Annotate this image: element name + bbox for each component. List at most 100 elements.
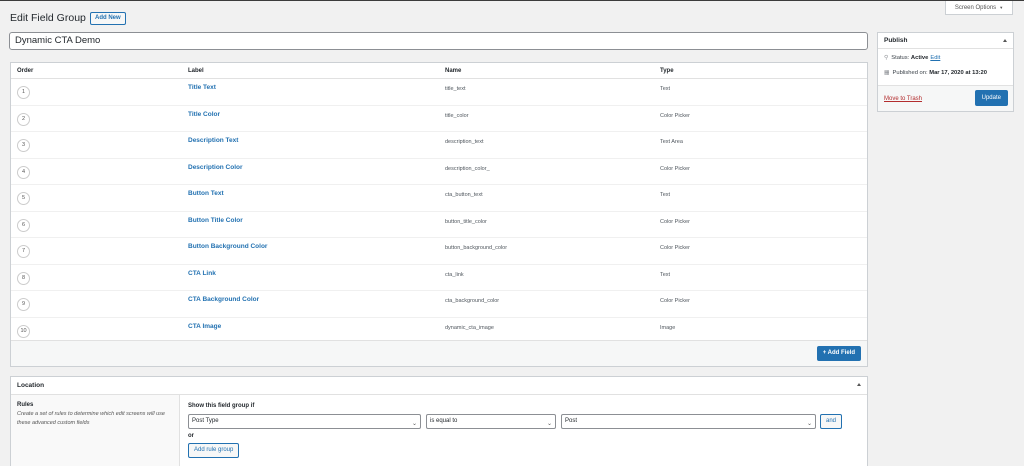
show-if-label: Show this field group if [188,403,255,409]
order-badge[interactable]: 9 [17,298,30,311]
field-name: cta_background_color [445,298,500,304]
publish-title: Publish [884,37,908,44]
status-value: Active [910,55,929,61]
rules-description: Create a set of rules to determine which… [17,411,165,426]
field-label-link[interactable]: Title Color [188,111,220,118]
field-type: Text [660,192,671,198]
caret-down-icon: ▼ [999,5,1004,10]
rule-param-value: Post Type [192,418,219,424]
field-name: description_color_ [445,165,490,172]
chevron-down-icon: ⌄ [411,421,417,427]
field-type: Text Area [660,139,683,145]
add-new-button[interactable]: Add New [90,12,126,25]
field-label-link[interactable]: Title Text [188,84,216,91]
and-rule-button[interactable]: and [820,414,842,429]
table-row[interactable]: 9 CTA Background Color cta_background_colo… [11,291,867,318]
table-row[interactable]: 2 Title Color title_color Color Picker [11,106,867,132]
column-name: Name [445,68,462,74]
table-row[interactable]: 4 Description Color description_color_ Colo… [11,159,867,185]
field-label-link[interactable]: Description Color [188,164,243,171]
field-label-link[interactable]: Button Title Color [188,217,243,224]
field-name: cta_link [445,271,464,278]
order-badge[interactable]: 3 [17,139,30,152]
fields-table-header: Order Label Name Type [11,63,867,79]
pin-icon: ⚲ [884,55,889,61]
chevron-down-icon: ⌄ [806,421,812,427]
edit-status-link[interactable]: Edit [930,55,940,61]
field-label-link[interactable]: CTA Background Color [188,296,259,303]
page-title: Edit Field Group [10,12,86,24]
table-row[interactable]: 7 Button Background Color button_backgroun… [11,238,867,265]
field-type: Color Picker [660,298,690,304]
or-label: or [188,433,194,439]
publish-footer: Move to Trash Update [878,85,1013,111]
field-type: Color Picker [660,245,690,251]
table-row[interactable]: 5 Button Text cta_button_text Text [11,185,867,212]
field-label-link[interactable]: Description Text [188,137,238,144]
field-rows: 1 Title Text title_text Text 2 Title Color tit… [11,79,867,344]
publish-box: Publish ⚲ Status: Active Edit ▦ Published o… [877,32,1014,112]
rule-operator-value: is equal to [430,418,458,424]
field-name: title_text [445,86,466,92]
rules-title: Rules [17,402,34,408]
location-header[interactable]: Location [11,377,867,395]
status-row: ⚲ Status: Active Edit [884,55,940,61]
published-label: Published on: [892,70,928,76]
location-title: Location [17,382,45,389]
rule-value-select[interactable]: Post ⌄ [561,414,816,429]
rule-value-value: Post [565,418,578,424]
field-type: Color Picker [660,165,690,172]
column-type: Type [660,68,674,74]
published-row: ▦ Published on: Mar 17, 2020 at 13:20 [884,70,987,76]
rules-panel: Rules Create a set of rules to determine… [11,395,180,466]
field-name: title_color [445,112,469,119]
field-type: Text [660,86,671,92]
location-box: Location Rules Create a set of rules to … [10,376,868,466]
fields-table: Order Label Name Type 1 Title Text title_t… [10,62,868,367]
update-button[interactable]: Update [974,90,1008,106]
order-badge[interactable]: 10 [17,324,30,338]
field-label-link[interactable]: Button Text [188,190,224,197]
field-name: button_title_color [445,218,487,225]
fields-footer: + Add Field [11,340,867,366]
field-name: button_background_color [445,245,508,251]
order-badge[interactable]: 8 [17,271,30,285]
order-badge[interactable]: 1 [17,86,30,99]
rule-operator-select[interactable]: is equal to ⌄ [426,414,556,429]
status-label: Status: [891,55,910,61]
chevron-down-icon: ⌄ [546,421,552,427]
calendar-icon: ▦ [884,70,890,76]
field-type: Color Picker [660,218,690,225]
field-name: description_text [445,139,484,145]
field-name: dynamic_cta_image [445,324,494,331]
field-label-link[interactable]: CTA Link [188,270,216,277]
field-type: Color Picker [660,112,690,119]
field-group-title-input[interactable]: Dynamic CTA Demo [9,32,868,50]
table-row[interactable]: 8 CTA Link cta_link Text [11,265,867,291]
field-name: cta_button_text [445,192,483,198]
publish-header[interactable]: Publish [878,33,1013,49]
order-badge[interactable]: 4 [17,165,30,179]
screen-options-button[interactable]: Screen Options ▼ [945,1,1013,15]
column-label: Label [188,68,204,74]
table-row[interactable]: 3 Description Text description_text Text Ar… [11,132,867,159]
rule-param-select[interactable]: Post Type ⌄ [188,414,421,429]
add-rule-group-button[interactable]: Add rule group [188,443,240,458]
order-badge[interactable]: 2 [17,112,30,126]
table-row[interactable]: 6 Button Title Color button_title_color Col… [11,212,867,238]
field-type: Image [660,324,676,331]
column-order: Order [17,68,34,74]
field-type: Text [660,271,671,278]
table-row[interactable]: 1 Title Text title_text Text [11,79,867,106]
order-badge[interactable]: 6 [17,218,30,232]
published-value: Mar 17, 2020 at 13:20 [929,70,987,76]
order-badge[interactable]: 7 [17,245,30,258]
collapse-arrow-icon[interactable] [1003,39,1007,42]
field-label-link[interactable]: Button Background Color [188,243,267,250]
screen-options-label: Screen Options [954,5,997,11]
move-to-trash-link[interactable]: Move to Trash [884,96,922,102]
order-badge[interactable]: 5 [17,192,30,205]
add-field-button[interactable]: + Add Field [816,346,861,361]
field-label-link[interactable]: CTA Image [188,323,221,330]
collapse-arrow-icon[interactable] [857,383,861,386]
